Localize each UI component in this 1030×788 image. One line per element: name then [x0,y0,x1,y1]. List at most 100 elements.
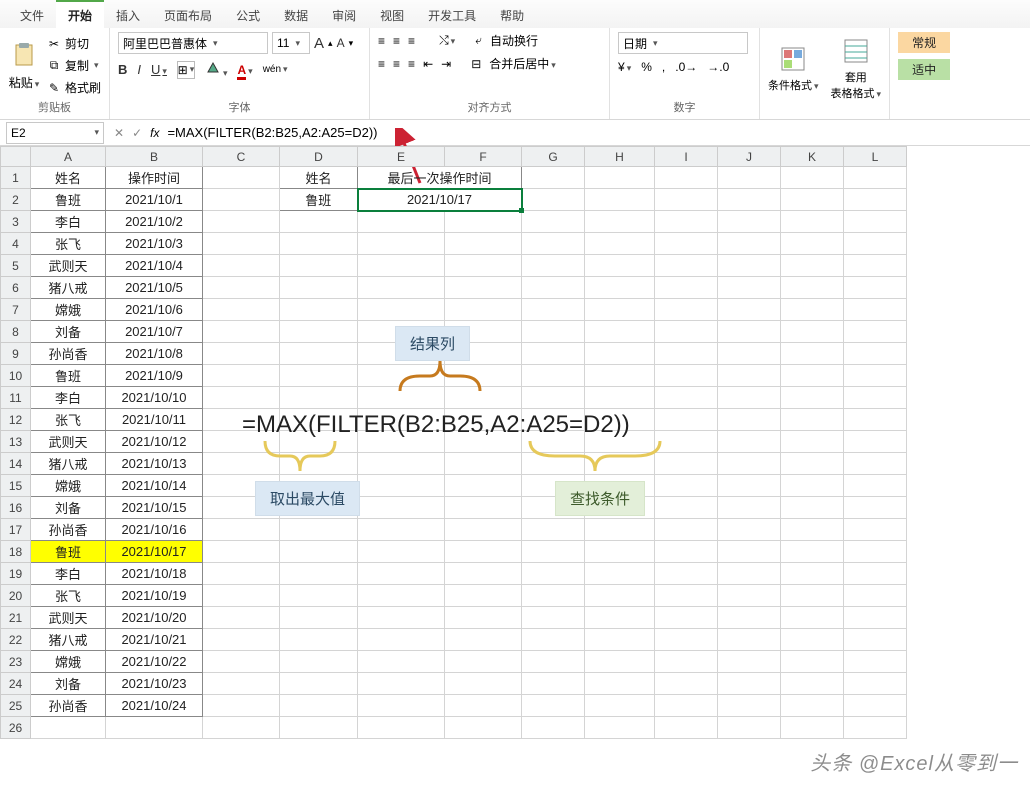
cell[interactable] [781,695,844,717]
conditional-format-button[interactable]: 条件格式 [768,77,819,93]
cell[interactable] [522,563,585,585]
style-neutral-pill[interactable]: 适中 [898,59,950,80]
select-all-corner[interactable] [1,147,31,167]
row-header-9[interactable]: 9 [1,343,31,365]
cell[interactable] [655,475,718,497]
cell[interactable] [280,673,358,695]
row-header-24[interactable]: 24 [1,673,31,695]
cell[interactable] [522,717,585,739]
cell[interactable]: 武则天 [31,431,106,453]
cell[interactable] [203,563,280,585]
cell[interactable] [358,519,445,541]
row-header-6[interactable]: 6 [1,277,31,299]
row-header-23[interactable]: 23 [1,651,31,673]
cell[interactable] [585,167,655,189]
cell[interactable] [585,387,655,409]
cell[interactable]: 2021/10/22 [106,651,203,673]
cell[interactable] [203,717,280,739]
merge-center-button[interactable]: 合并后居中 [489,55,556,72]
cell[interactable] [522,387,585,409]
enter-icon[interactable]: ✓ [132,126,142,140]
cell[interactable] [844,673,907,695]
cell[interactable] [718,255,781,277]
cell[interactable] [655,167,718,189]
cell[interactable]: 李白 [31,211,106,233]
cell[interactable] [655,651,718,673]
orientation-button[interactable]: ⤭ [439,33,455,48]
cell[interactable] [718,277,781,299]
cell[interactable] [585,651,655,673]
cell[interactable] [203,629,280,651]
cell[interactable] [280,365,358,387]
cell[interactable] [655,277,718,299]
cell[interactable] [655,321,718,343]
cell[interactable] [280,629,358,651]
cell[interactable] [203,255,280,277]
table-format-button[interactable]: 套用 表格格式 [831,69,882,101]
font-size-select[interactable]: 11 [272,32,310,54]
cell[interactable] [445,233,522,255]
border-button[interactable]: ⊞ [177,61,195,79]
cell[interactable] [781,299,844,321]
cell[interactable] [718,563,781,585]
row-header-12[interactable]: 12 [1,409,31,431]
row-header-15[interactable]: 15 [1,475,31,497]
cell[interactable] [358,255,445,277]
cell[interactable] [445,497,522,519]
cell[interactable]: 2021/10/6 [106,299,203,321]
cell[interactable] [655,343,718,365]
cell[interactable]: 2021/10/1 [106,189,203,211]
cell[interactable] [718,431,781,453]
cell[interactable] [718,519,781,541]
align-right-icon[interactable]: ≡ [408,57,415,71]
cell[interactable] [358,651,445,673]
cell[interactable] [781,519,844,541]
cell[interactable]: 武则天 [31,607,106,629]
cell[interactable] [280,211,358,233]
cell[interactable] [844,387,907,409]
cell[interactable] [445,651,522,673]
fx-icon[interactable]: fx [150,126,159,140]
cell[interactable] [445,673,522,695]
cell[interactable] [445,277,522,299]
conditional-format-icon[interactable] [777,43,809,75]
cell[interactable] [781,717,844,739]
cell[interactable] [280,255,358,277]
cell[interactable] [718,717,781,739]
indent-dec-icon[interactable]: ⇤ [423,57,433,71]
cell[interactable] [718,365,781,387]
table-format-icon[interactable] [840,35,872,67]
cell[interactable] [358,717,445,739]
cell[interactable]: 李白 [31,387,106,409]
cell[interactable] [445,563,522,585]
cell[interactable]: 嫦娥 [31,299,106,321]
cell[interactable] [445,695,522,717]
cell[interactable] [280,607,358,629]
col-header-J[interactable]: J [718,147,781,167]
row-header-16[interactable]: 16 [1,497,31,519]
cell[interactable] [522,299,585,321]
cell[interactable] [781,541,844,563]
cell[interactable] [781,673,844,695]
tab-插入[interactable]: 插入 [104,2,152,28]
cell[interactable]: 2021/10/7 [106,321,203,343]
col-header-B[interactable]: B [106,147,203,167]
cell[interactable] [844,255,907,277]
cell[interactable] [522,233,585,255]
cell[interactable] [781,563,844,585]
cell[interactable] [585,255,655,277]
cell[interactable]: 2021/10/5 [106,277,203,299]
cell[interactable] [844,277,907,299]
cell[interactable] [844,651,907,673]
increase-font-icon[interactable]: A [314,35,324,52]
cell[interactable]: 2021/10/19 [106,585,203,607]
cell[interactable]: 姓名 [280,167,358,189]
tab-页面布局[interactable]: 页面布局 [152,2,224,28]
row-header-4[interactable]: 4 [1,233,31,255]
cell[interactable] [718,453,781,475]
font-color-button[interactable]: A [237,63,252,77]
cell[interactable] [718,585,781,607]
cell[interactable] [844,365,907,387]
cell[interactable]: 张飞 [31,409,106,431]
cell[interactable] [585,717,655,739]
